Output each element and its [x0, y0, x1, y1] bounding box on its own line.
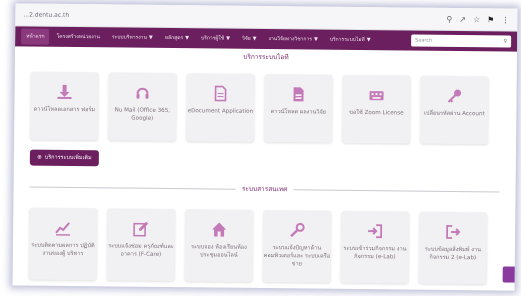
system-tile-publication-elab[interactable]: ระบบข้อมูลสิ่งพิมพ์ งานกิจกรรม 2 (e-Lab)	[418, 211, 488, 285]
tile-label: ระบบเข้าร่วมกิจกรรม งานกิจกรรม (e-Lab)	[343, 245, 407, 261]
more-services-button[interactable]: ⊕ บริการระบบเพิ่มเติม	[29, 149, 99, 167]
service-tile-nu-mail[interactable]: Nu Mail (Office 365, Google)	[108, 72, 177, 142]
chevron-down-icon: ▼	[252, 35, 257, 42]
service-tile-research-download[interactable]: ดาวน์โหลด ผลงานวิจัย	[264, 73, 333, 143]
nav-item-academic[interactable]: งานวิจัยทางวิชาการ ▼	[263, 31, 322, 48]
service-tile-change-password[interactable]: เปลี่ยนรหัสผ่าน Account	[420, 75, 489, 145]
download-icon	[56, 84, 72, 100]
systems-section-title: ระบบสารสนเทศ	[241, 184, 288, 194]
systems-section-header: ระบบสารสนเทศ	[29, 182, 500, 197]
chevron-down-icon: ▼	[226, 35, 231, 42]
star-icon[interactable]: ☆	[473, 15, 480, 24]
nav-item-research[interactable]: วิจัย ▼	[237, 31, 262, 47]
keyboard-icon	[368, 87, 384, 103]
tile-label: ระบบแจ้งปัญหาด้าน คอมพิวเตอร์และ ระบบเคร…	[263, 245, 331, 268]
service-tile-edocument[interactable]: eDocument Application	[186, 73, 255, 142]
divider-line	[29, 186, 236, 190]
headset-icon	[134, 85, 150, 101]
tile-label: เปลี่ยนรหัสผ่าน Account	[423, 110, 485, 118]
more-services-label: บริการระบบเพิ่มเติม	[44, 154, 92, 162]
chart-icon	[55, 220, 71, 236]
share-icon[interactable]: ↗	[459, 15, 466, 24]
tile-label: ระบบจอง ห้องเรียนห้อง ประชุมออนไลน์	[190, 244, 247, 259]
tile-label: ดาวน์โหลดเอกสาร ฟอร์ม	[33, 106, 96, 114]
search-icon[interactable]: ⚲	[446, 14, 452, 23]
plus-circle-icon: ⊕	[37, 154, 42, 161]
search-icon[interactable]: ⚲	[503, 38, 507, 44]
browser-window: ...2.dentu.ac.th ⚲ ↗ ☆ ⚑ ⋮ หน้าแรก โครงส…	[12, 3, 518, 291]
tile-label: Nu Mail (Office 365, Google)	[114, 107, 171, 122]
nav-item-it[interactable]: บริการระบบไอที ▼	[325, 32, 376, 49]
search-placeholder: Search	[415, 37, 433, 44]
floating-action-button[interactable]	[502, 266, 517, 283]
file-icon	[290, 86, 306, 102]
nav-item-curriculum[interactable]: หลักสูตร ▼	[160, 30, 194, 46]
services-section-title: บริการระบบไอที	[243, 52, 289, 62]
sign-out-icon	[445, 224, 461, 240]
system-tile-executive-tracking[interactable]: ระบบติดตามผลการ ปฏิบัติงานของผู้ บริหาร	[28, 207, 98, 281]
sign-in-icon	[367, 223, 383, 239]
nav-item-management[interactable]: ระบบบริหารงาน ▼	[107, 29, 158, 46]
nav-item-structure[interactable]: โครงสร้างหน่วยงาน	[52, 29, 105, 46]
service-tile-download-forms[interactable]: ดาวน์โหลดเอกสาร ฟอร์ม	[30, 71, 99, 141]
tile-label: ขอใช้ Zoom License	[349, 109, 404, 117]
systems-grid: ระบบติดตามผลการ ปฏิบัติงานของผู้ บริหาร …	[13, 207, 516, 285]
nav-item-home[interactable]: หน้าแรก	[21, 28, 50, 45]
extension-icon[interactable]: ⚑	[487, 15, 494, 24]
chevron-down-icon: ▼	[185, 35, 190, 42]
system-tile-it-support[interactable]: ระบบแจ้งปัญหาด้าน คอมพิวเตอร์และ ระบบเคร…	[262, 209, 332, 283]
chevron-down-icon: ▼	[148, 34, 153, 41]
browser-toolbar-icons: ⚲ ↗ ☆ ⚑ ⋮	[446, 14, 509, 24]
tile-label: ระบบติดตามผลการ ปฏิบัติงานของผู้ บริหาร	[31, 242, 95, 258]
services-grid: ดาวน์โหลดเอกสาร ฟอร์ม Nu Mail (Office 36…	[14, 71, 517, 145]
home-icon	[211, 221, 227, 237]
tile-label: ระบบข้อมูลสิ่งพิมพ์ งานกิจกรรม 2 (e-Lab)	[424, 246, 482, 262]
search-input[interactable]: Search ⚲	[411, 34, 512, 48]
service-tile-zoom-license[interactable]: ขอใช้ Zoom License	[342, 74, 411, 144]
divider-line	[293, 188, 500, 192]
chevron-down-icon: ▼	[366, 37, 371, 44]
menu-icon[interactable]: ⋮	[501, 15, 509, 24]
wrench-icon	[289, 222, 305, 238]
tile-label: eDocument Application	[187, 108, 254, 115]
system-tile-room-booking[interactable]: ระบบจอง ห้องเรียนห้อง ประชุมออนไลน์	[184, 209, 254, 282]
main-navigation: หน้าแรก โครงสร้างหน่วยงาน ระบบบริหารงาน ▼…	[15, 26, 518, 52]
edit-icon	[133, 221, 149, 237]
system-tile-activity-elab[interactable]: ระบบเข้าร่วมกิจกรรม งานกิจกรรม (e-Lab)	[340, 210, 410, 284]
system-tile-f-care[interactable]: ระบบแจ้งซ่อม ครุภัณฑ์และอาคาร (F-Care)	[106, 208, 176, 282]
chevron-down-icon: ▼	[313, 36, 318, 43]
nav-item-services[interactable]: บริการผู้ใช้ ▼	[196, 30, 235, 46]
tile-label: ระบบแจ้งซ่อม ครุภัณฑ์และอาคาร (F-Care)	[108, 243, 174, 258]
url-text[interactable]: ...2.dentu.ac.th	[23, 11, 446, 22]
document-icon	[212, 85, 228, 102]
tile-label: ดาวน์โหลด ผลงานวิจัย	[270, 109, 327, 116]
key-icon	[446, 88, 462, 104]
